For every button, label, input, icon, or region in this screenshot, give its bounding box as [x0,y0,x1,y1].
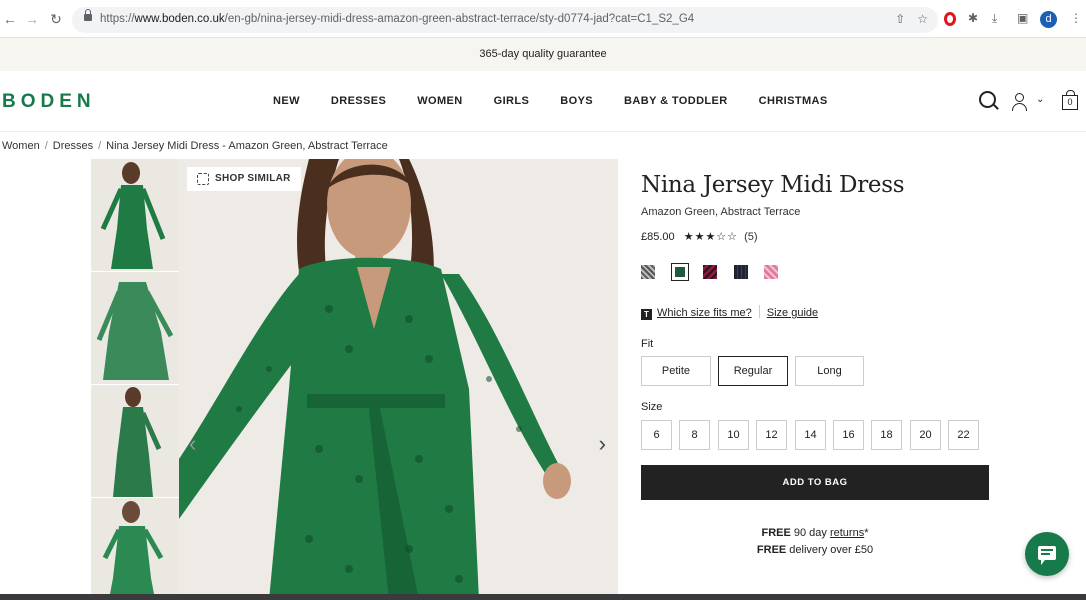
chat-icon [1038,546,1056,565]
chevron-down-icon[interactable]: ⌄ [1036,94,1044,105]
thumbnail-4[interactable] [91,498,179,600]
product-price: £85.00 [641,231,675,243]
review-count[interactable]: (5) [744,231,757,243]
swatch-navy[interactable] [734,265,748,279]
size-label: Size [641,401,663,413]
nav-item-girls[interactable]: GIRLS [494,95,530,107]
share-icon[interactable]: ⇧ [895,12,905,26]
size-option-10[interactable]: 10 [718,420,749,450]
visual-search-icon [197,173,209,185]
breadcrumb-women[interactable]: Women [2,140,40,152]
returns-link[interactable]: returns [830,527,864,539]
bookmark-star-icon[interactable]: ☆ [917,12,928,26]
profile-avatar[interactable]: d [1040,11,1057,28]
site-header: BODEN NEW DRESSES WOMEN GIRLS BOYS BABY & TOD… [0,71,1086,132]
delivery-line: FREE delivery over £50 [756,544,874,556]
nav-item-new[interactable]: NEW [273,95,300,107]
thumbnail-2[interactable] [91,272,179,384]
main-product-image[interactable]: SHOP SIMILAR ‹ › [179,159,618,600]
star-rating-icon[interactable]: ★★★☆☆ [684,231,738,243]
boden-logo[interactable]: BODEN [2,91,96,113]
side-panel-icon[interactable]: ▣ [1017,11,1028,25]
thumbnail-3[interactable] [91,385,179,497]
nav-item-dresses[interactable]: DRESSES [331,95,386,107]
breadcrumb-current: Nina Jersey Midi Dress - Amazon Green, A… [106,140,388,152]
returns-line: FREE 90 day returns* [761,527,869,539]
breadcrumb-dresses[interactable]: Dresses [53,140,93,152]
nav-item-boys[interactable]: BOYS [560,95,593,107]
add-to-bag-button[interactable]: ADD TO BAG [641,465,989,500]
product-color-name: Amazon Green, Abstract Terrace [641,206,801,218]
main-navigation: NEW DRESSES WOMEN GIRLS BOYS BABY & TODDLER CH… [273,95,859,107]
delivery-info: FREE 90 day returns* FREE delivery over … [641,525,989,559]
size-option-20[interactable]: 20 [910,420,941,450]
size-option-16[interactable]: 16 [833,420,864,450]
size-option-8[interactable]: 8 [679,420,710,450]
search-icon[interactable] [979,91,996,108]
extensions-puzzle-icon[interactable]: ✱ [968,11,978,25]
next-image-arrow-icon[interactable]: › [599,431,606,457]
thumbnail-list [91,159,179,600]
size-option-14[interactable]: 14 [795,420,826,450]
product-info-panel: Nina Jersey Midi Dress Amazon Green, Abs… [641,172,991,556]
swatch-pink[interactable] [764,265,778,279]
promo-banner[interactable]: 365-day quality guarantee [0,38,1086,71]
shopping-bag-icon[interactable]: 0 [1062,90,1078,110]
which-size-link[interactable]: Which size fits me? [657,307,752,319]
back-arrow-icon[interactable]: ← [2,11,18,27]
swatch-burgundy[interactable] [703,265,717,279]
fit-option-petite[interactable]: Petite [641,356,711,386]
shop-similar-button[interactable]: SHOP SIMILAR [187,167,301,191]
swatch-green[interactable] [671,263,689,281]
download-icon[interactable]: ⤓ [992,11,997,26]
truefit-icon: T [641,309,652,320]
fit-label: Fit [641,338,654,350]
product-title: Nina Jersey Midi Dress [641,172,905,198]
nav-item-baby-toddler[interactable]: BABY & TODDLER [624,95,728,107]
nav-item-women[interactable]: WOMEN [417,95,462,107]
account-icon[interactable] [1015,93,1024,102]
model-photo [179,159,618,600]
browser-toolbar: ← → ↻ https://www.boden.co.uk/en-gb/nina… [0,0,1086,38]
taskbar [0,594,1086,600]
fit-option-regular[interactable]: Regular [718,356,788,386]
lock-icon [84,9,92,21]
breadcrumb: Women / Dresses / Nina Jersey Midi Dress - A… [2,140,388,152]
size-option-22[interactable]: 22 [948,420,979,450]
thumbnail-1[interactable] [91,159,179,271]
size-guide-link[interactable]: Size guide [767,307,818,319]
reload-icon[interactable]: ↻ [48,11,64,27]
url-text: https://www.boden.co.uk/en-gb/nina-jerse… [100,13,695,25]
size-option-6[interactable]: 6 [641,420,672,450]
account-icon-body[interactable] [1012,103,1027,111]
address-bar[interactable]: https://www.boden.co.uk/en-gb/nina-jerse… [72,7,938,33]
size-help-links: T Which size fits me? Size guide [641,305,818,320]
opera-extension-icon[interactable] [944,12,956,26]
previous-image-arrow-icon[interactable]: ‹ [189,431,196,457]
browser-menu-icon[interactable]: ⋮ [1070,11,1082,25]
size-option-12[interactable]: 12 [756,420,787,450]
price-row: £85.00 ★★★☆☆ (5) [641,230,991,243]
forward-arrow-icon[interactable]: → [24,11,40,27]
nav-item-christmas[interactable]: CHRISTMAS [759,95,828,107]
swatch-grey[interactable] [641,265,655,279]
size-option-18[interactable]: 18 [871,420,902,450]
fit-option-long[interactable]: Long [795,356,864,386]
chat-button[interactable] [1025,532,1069,576]
